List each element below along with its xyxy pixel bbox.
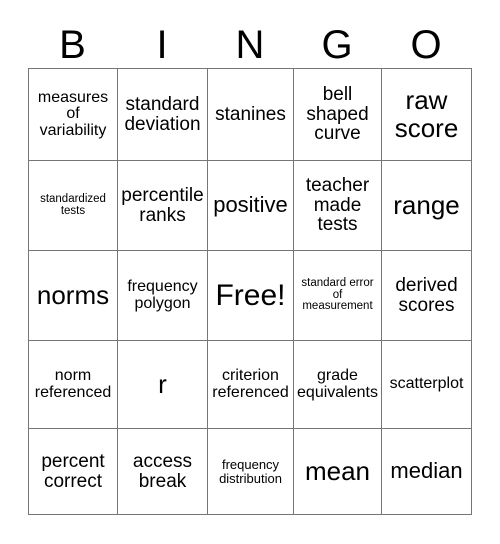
bingo-cell[interactable]: r [117,340,208,429]
bingo-row: norms frequency polygon Free! standard e… [28,250,472,341]
bingo-card: B I N G O measures of variability standa… [0,0,500,544]
bingo-cell[interactable]: mean [293,428,382,515]
bingo-cell[interactable]: measures of variability [28,68,118,161]
bingo-header-letter-b: B [59,23,86,67]
bingo-cell[interactable]: median [381,428,472,515]
bingo-cell[interactable]: range [381,160,472,251]
bingo-cell[interactable]: standard error of measurement [293,250,382,341]
bingo-header-letter-g: G [321,23,353,67]
bingo-cell[interactable]: raw score [381,68,472,161]
bingo-cell[interactable]: positive [207,160,294,251]
bingo-cell[interactable]: standard deviation [117,68,208,161]
bingo-cell-free-space[interactable]: Free! [207,250,294,341]
bingo-cell[interactable]: grade equivalents [293,340,382,429]
bingo-header-letter-i: I [156,23,168,67]
bingo-row: norm referenced r criterion referenced g… [28,340,472,429]
bingo-grid: measures of variability standard deviati… [28,68,472,515]
bingo-row: measures of variability standard deviati… [28,68,472,161]
bingo-header-row: B I N G O [28,22,471,68]
bingo-cell[interactable]: frequency polygon [117,250,208,341]
bingo-cell[interactable]: percentile ranks [117,160,208,251]
bingo-row: standardized tests percentile ranks posi… [28,160,472,251]
bingo-cell[interactable]: teacher made tests [293,160,382,251]
bingo-cell[interactable]: derived scores [381,250,472,341]
bingo-cell[interactable]: percent correct [28,428,118,515]
bingo-cell[interactable]: norm referenced [28,340,118,429]
bingo-cell[interactable]: bell shaped curve [293,68,382,161]
bingo-cell[interactable]: norms [28,250,118,341]
bingo-cell[interactable]: frequency distribution [207,428,294,515]
bingo-row: percent correct access break frequency d… [28,428,472,515]
bingo-cell[interactable]: stanines [207,68,294,161]
bingo-cell[interactable]: access break [117,428,208,515]
bingo-header-letter-n: N [235,23,265,67]
bingo-cell[interactable]: scatterplot [381,340,472,429]
bingo-cell[interactable]: standardized tests [28,160,118,251]
bingo-cell[interactable]: criterion referenced [207,340,294,429]
bingo-header-letter-o: O [410,23,442,67]
